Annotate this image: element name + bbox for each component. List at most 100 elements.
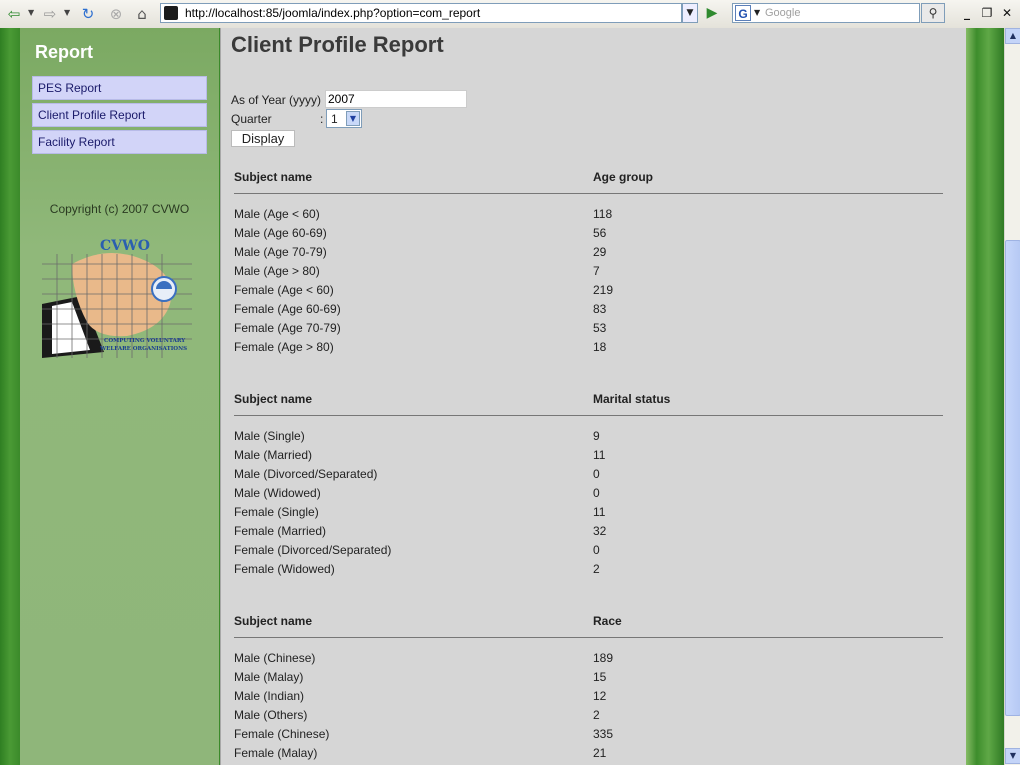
quarter-colon: :	[320, 112, 324, 126]
row-label: Female (Age 70-79)	[234, 321, 341, 335]
copyright-text: Copyright (c) 2007 CVWO	[49, 202, 190, 216]
page-title: Client Profile Report	[231, 32, 444, 57]
row-label: Female (Malay)	[234, 746, 318, 760]
row-label: Male (Age > 80)	[234, 264, 320, 278]
row-value: 7	[593, 264, 600, 278]
row-label: Female (Married)	[234, 524, 327, 538]
scrollbar-thumb[interactable]	[1005, 240, 1020, 716]
row-value: 32	[593, 524, 607, 538]
address-url: http://localhost:85/joomla/index.php?opt…	[185, 6, 481, 20]
forward-dropdown-icon[interactable]: ▼	[64, 8, 70, 17]
search-icon[interactable]: ⚲	[921, 3, 945, 23]
vertical-scrollbar[interactable]: ▲ ▼	[1004, 28, 1020, 765]
row-label: Male (Divorced/Separated)	[234, 467, 378, 481]
sidebar: Report PES Report Client Profile Report …	[20, 28, 219, 765]
section-header-subject: Subject name	[234, 170, 313, 184]
row-value: 0	[593, 486, 600, 500]
sidebar-item-facility-report[interactable]: Facility Report	[32, 130, 207, 154]
section-header-subject: Subject name	[234, 392, 313, 406]
row-label: Male (Widowed)	[234, 486, 321, 500]
section-divider	[234, 193, 943, 194]
row-value: 11	[593, 505, 606, 519]
row-value: 219	[593, 283, 614, 297]
row-label: Male (Age < 60)	[234, 207, 320, 221]
row-value: 335	[593, 727, 614, 741]
close-icon[interactable]: ✕	[998, 4, 1016, 22]
page-viewport: Report PES Report Client Profile Report …	[0, 28, 1004, 765]
row-label: Female (Chinese)	[234, 727, 330, 741]
stop-icon[interactable]: ⊗	[106, 4, 126, 24]
section-header-category: Marital status	[593, 392, 671, 406]
row-label: Female (Widowed)	[234, 562, 335, 576]
sidebar-item-client-profile-report[interactable]: Client Profile Report	[32, 103, 207, 127]
row-value: 18	[593, 340, 607, 354]
row-label: Male (Chinese)	[234, 651, 316, 665]
search-box[interactable]: G ▼ Google	[732, 3, 920, 23]
back-dropdown-icon[interactable]: ▼	[28, 8, 34, 17]
row-value: 0	[593, 467, 600, 481]
section-header-category: Age group	[593, 170, 653, 184]
engine-dropdown-icon[interactable]: ▼	[754, 8, 760, 17]
row-value: 0	[593, 543, 600, 557]
row-label: Female (Divorced/Separated)	[234, 543, 392, 557]
home-icon[interactable]: ⌂	[132, 4, 152, 24]
restore-icon[interactable]: ❐	[978, 4, 996, 22]
minimize-icon[interactable]: _	[958, 4, 976, 22]
year-input[interactable]: 2007	[325, 90, 467, 108]
row-value: 118	[593, 207, 613, 221]
quarter-select[interactable]: 1 ▼	[326, 109, 362, 128]
forward-icon[interactable]: ⇨	[40, 4, 60, 24]
display-button[interactable]: Display	[231, 130, 295, 147]
scroll-up-icon[interactable]: ▲	[1005, 28, 1020, 44]
row-label: Female (Age < 60)	[234, 283, 334, 297]
row-label: Female (Age 60-69)	[234, 302, 341, 316]
row-label: Male (Married)	[234, 448, 313, 462]
row-label: Male (Age 70-79)	[234, 245, 327, 259]
row-label: Male (Others)	[234, 708, 308, 722]
section-header-subject: Subject name	[234, 614, 313, 628]
row-value: 15	[593, 670, 607, 684]
main-content: Client Profile Report As of Year (yyyy) …	[220, 28, 966, 765]
row-value: 189	[593, 651, 614, 665]
row-label: Male (Single)	[234, 429, 305, 443]
row-value: 2	[593, 562, 600, 576]
cvwo-logo: CVWO COMPUTING VOLUNTARY WELFARE ORGANIS…	[42, 238, 192, 358]
row-value: 2	[593, 708, 600, 722]
chevron-down-icon[interactable]: ▼	[346, 111, 360, 126]
search-placeholder: Google	[765, 7, 801, 19]
reload-icon[interactable]: ↻	[78, 4, 98, 24]
row-value: 53	[593, 321, 607, 335]
go-icon[interactable]: ▶	[702, 4, 722, 22]
row-value: 9	[593, 429, 600, 443]
quarter-value: 1	[331, 112, 338, 126]
row-value: 56	[593, 226, 607, 240]
logo-text-bottom-2: WELFARE ORGANISATIONS	[99, 346, 187, 352]
quarter-label: Quarter	[231, 112, 272, 126]
row-value: 12	[593, 689, 607, 703]
section-divider	[234, 415, 943, 416]
section-divider	[234, 637, 943, 638]
section-header-category: Race	[593, 614, 622, 628]
scroll-down-icon[interactable]: ▼	[1005, 748, 1020, 764]
background-grass	[965, 28, 1004, 765]
browser-toolbar: ⇦ ▼ ⇨ ▼ ↻ ⊗ ⌂ http://localhost:85/joomla…	[0, 0, 1020, 29]
site-favicon	[164, 6, 178, 20]
row-label: Male (Malay)	[234, 670, 304, 684]
logo-text-top: CVWO	[100, 238, 150, 254]
row-value: 21	[593, 746, 607, 760]
row-value: 11	[593, 448, 606, 462]
address-dropdown-icon[interactable]: ▼	[682, 3, 698, 23]
row-value: 83	[593, 302, 607, 316]
row-label: Male (Indian)	[234, 689, 305, 703]
sidebar-item-pes-report[interactable]: PES Report	[32, 76, 207, 100]
row-value: 29	[593, 245, 607, 259]
sidebar-title: Report	[35, 42, 93, 62]
row-label: Female (Single)	[234, 505, 319, 519]
row-label: Female (Age > 80)	[234, 340, 334, 354]
google-engine-icon[interactable]: G	[735, 5, 751, 21]
year-label: As of Year (yyyy) :	[231, 93, 328, 107]
row-label: Male (Age 60-69)	[234, 226, 327, 240]
back-icon[interactable]: ⇦	[4, 4, 24, 24]
logo-text-bottom-1: COMPUTING VOLUNTARY	[104, 338, 185, 344]
address-bar[interactable]: http://localhost:85/joomla/index.php?opt…	[160, 3, 682, 23]
